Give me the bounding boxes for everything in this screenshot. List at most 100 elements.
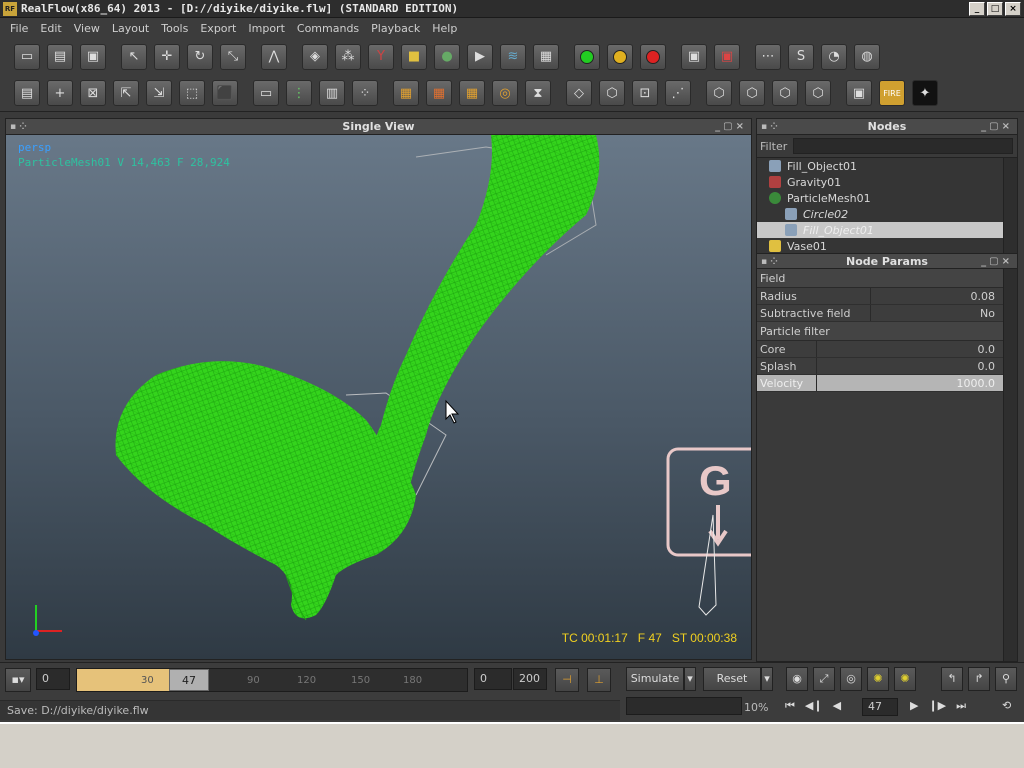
- menu-edit[interactable]: Edit: [34, 22, 67, 35]
- frame-icon-3[interactable]: ▦: [459, 80, 485, 106]
- plus-icon[interactable]: +: [47, 80, 73, 106]
- camera-icon[interactable]: ▶: [467, 43, 493, 70]
- menu-file[interactable]: File: [4, 22, 34, 35]
- add-mesh-icon[interactable]: ■: [401, 43, 427, 70]
- param-core[interactable]: Core 0.0: [757, 341, 1017, 358]
- status-yellow-icon[interactable]: [607, 43, 633, 70]
- rigid-body-icon[interactable]: ▦: [533, 43, 559, 70]
- view-point-icon[interactable]: ⊡: [632, 80, 658, 106]
- scale-tool-icon[interactable]: ⤡: [220, 43, 246, 70]
- key-set-icon[interactable]: ⊥: [587, 668, 611, 692]
- reset-dropdown[interactable]: ▾: [761, 667, 773, 691]
- param-subtractive[interactable]: Subtractive field No: [757, 305, 1017, 322]
- tree-item-selected[interactable]: Fill_Object01: [757, 222, 1017, 238]
- tree-item[interactable]: Gravity01: [757, 174, 1017, 190]
- params-scrollbar[interactable]: [1003, 269, 1017, 661]
- view-wire-icon[interactable]: ⬡: [599, 80, 625, 106]
- play-back-icon[interactable]: ◀: [833, 699, 841, 713]
- mesh-display-icon[interactable]: ⋮: [286, 80, 312, 106]
- loop-icon[interactable]: ⟲: [1002, 699, 1011, 712]
- menu-import[interactable]: Import: [242, 22, 291, 35]
- step-back-icon[interactable]: ↰: [941, 667, 963, 691]
- param-radius[interactable]: Radius 0.08: [757, 288, 1017, 305]
- tree-item[interactable]: ParticleMesh01: [757, 190, 1017, 206]
- menu-commands[interactable]: Commands: [291, 22, 365, 35]
- panel-grip-icon[interactable]: ▪ ⁘: [10, 119, 27, 135]
- status-red-icon[interactable]: [640, 43, 666, 70]
- 3d-viewport[interactable]: persp ParticleMesh01 V 14,463 F 28,924 G…: [6, 135, 751, 659]
- simulation-flow-icon[interactable]: ◔: [821, 43, 847, 70]
- shade-1-icon[interactable]: ⬡: [706, 80, 732, 106]
- menu-export[interactable]: Export: [194, 22, 242, 35]
- timeline-slider[interactable]: 47 30 90 120 150 180: [76, 668, 468, 692]
- scale-view-icon[interactable]: ⤢: [813, 667, 835, 691]
- panel-grip-icon[interactable]: ▪ ⁘: [761, 119, 778, 135]
- visibility-icon[interactable]: ◎: [840, 667, 862, 691]
- status-green-icon[interactable]: [574, 43, 600, 70]
- panel-grip-icon[interactable]: ▪ ⁘: [761, 254, 778, 270]
- wrench-icon[interactable]: ⚲: [995, 667, 1017, 691]
- fluid-mesh[interactable]: [6, 135, 751, 659]
- cube-solid-icon[interactable]: ⬛: [212, 80, 238, 106]
- save-cache-red-icon[interactable]: ▣: [714, 43, 740, 70]
- menu-playback[interactable]: Playback: [365, 22, 426, 35]
- timeline-menu-button[interactable]: ▪▾: [5, 668, 31, 692]
- simulate-dropdown[interactable]: ▾: [684, 667, 696, 691]
- param-velocity[interactable]: Velocity 1000.0: [757, 375, 1017, 392]
- eye-tool-icon[interactable]: ◉: [786, 667, 808, 691]
- bake-icon[interactable]: ✺: [867, 667, 889, 691]
- maximize-button[interactable]: □: [987, 2, 1003, 16]
- minimize-button[interactable]: _: [969, 2, 985, 16]
- add-object-icon[interactable]: ◈: [302, 43, 328, 70]
- batch-script-icon[interactable]: S: [788, 43, 814, 70]
- graph-icon[interactable]: ◍: [854, 43, 880, 70]
- tree-scrollbar[interactable]: [1003, 158, 1017, 253]
- next-frame-icon[interactable]: ❙▶: [928, 699, 946, 713]
- view-cube-icon[interactable]: ◇: [566, 80, 592, 106]
- hourglass-icon[interactable]: ⧗: [525, 80, 551, 106]
- unlink-icon[interactable]: ⇲: [146, 80, 172, 106]
- open-folder-icon[interactable]: ▤: [47, 43, 73, 70]
- tree-item[interactable]: Vase01: [757, 238, 1017, 254]
- shade-4-icon[interactable]: ⬡: [805, 80, 831, 106]
- view-dots-icon[interactable]: ⋰: [665, 80, 691, 106]
- select-tool-icon[interactable]: ↖: [121, 43, 147, 70]
- section-particle-filter[interactable]: Particle filter: [757, 322, 1017, 341]
- new-file-icon[interactable]: ▭: [14, 43, 40, 70]
- range-end-field[interactable]: 200: [513, 668, 547, 690]
- menu-view[interactable]: View: [68, 22, 106, 35]
- close-button[interactable]: ×: [1005, 2, 1021, 16]
- frame-icon-2[interactable]: ▦: [426, 80, 452, 106]
- panel-controls-icon[interactable]: _▢×: [981, 254, 1013, 270]
- tree-item[interactable]: Fill_Object01: [757, 158, 1017, 174]
- play-icon[interactable]: ▶: [910, 699, 918, 713]
- reset-button[interactable]: Reset: [703, 667, 761, 691]
- tree-item[interactable]: Circle02: [757, 206, 1017, 222]
- menu-tools[interactable]: Tools: [155, 22, 194, 35]
- frame-icon-4[interactable]: ◎: [492, 80, 518, 106]
- panel-controls-icon[interactable]: _▢×: [715, 119, 747, 135]
- bake-all-icon[interactable]: ✺: [894, 667, 916, 691]
- save-cache-icon[interactable]: ▣: [681, 43, 707, 70]
- current-frame-field[interactable]: 47: [862, 698, 898, 716]
- range-start-field[interactable]: 0: [474, 668, 512, 690]
- layer-icon[interactable]: ▤: [14, 80, 40, 106]
- move-tool-icon[interactable]: ✛: [154, 43, 180, 70]
- ruler-icon[interactable]: ▥: [319, 80, 345, 106]
- sky-icon[interactable]: ✦: [912, 80, 938, 106]
- start-frame-field[interactable]: 0: [36, 668, 70, 690]
- display-icon[interactable]: ▭: [253, 80, 279, 106]
- hybrido-icon[interactable]: ≋: [500, 43, 526, 70]
- filter-input[interactable]: [793, 138, 1013, 154]
- axis-icon[interactable]: ⋀: [261, 43, 287, 70]
- go-start-icon[interactable]: ⏮: [785, 699, 795, 713]
- rotate-tool-icon[interactable]: ↻: [187, 43, 213, 70]
- step-forward-icon[interactable]: ↱: [968, 667, 990, 691]
- script-icon[interactable]: ⋯: [755, 43, 781, 70]
- panel-controls-icon[interactable]: _▢×: [981, 119, 1013, 135]
- key-icon[interactable]: ⊣: [555, 668, 579, 692]
- go-end-icon[interactable]: ⏭: [956, 699, 966, 713]
- shade-3-icon[interactable]: ⬡: [772, 80, 798, 106]
- save-icon[interactable]: ▣: [80, 43, 106, 70]
- link-icon[interactable]: ⇱: [113, 80, 139, 106]
